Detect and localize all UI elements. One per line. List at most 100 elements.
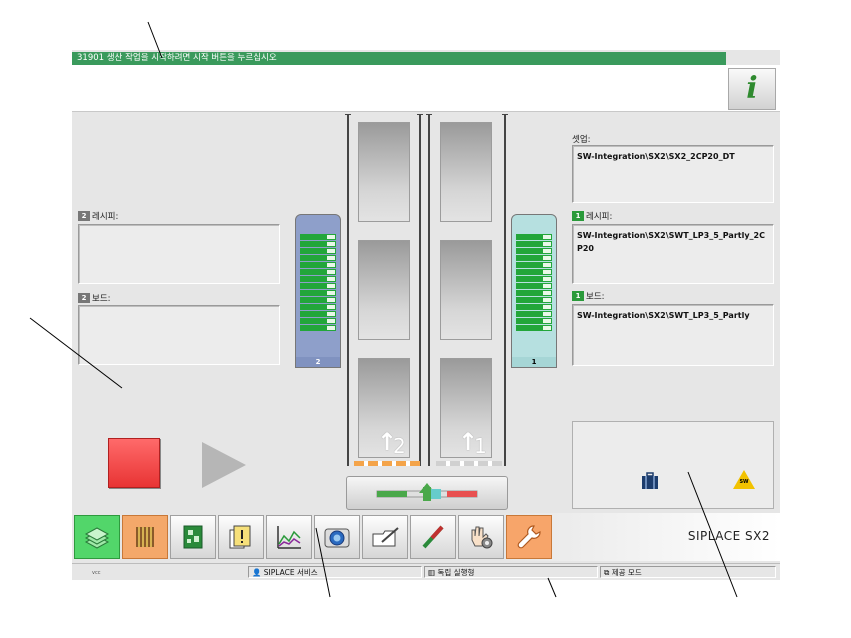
mode-status-text: 독립 실행형 — [437, 568, 475, 577]
right-board-label-text: 보드: — [586, 292, 605, 302]
magazine-slot — [516, 304, 552, 310]
magazine-slot — [300, 304, 336, 310]
machine-status-box: SW — [572, 421, 774, 509]
waste-shovel-button[interactable] — [362, 515, 408, 559]
conveyor-rail — [504, 114, 506, 466]
magazine-slot — [300, 255, 336, 261]
wrench-icon — [517, 525, 541, 549]
documents-warning-icon — [229, 525, 251, 549]
rail-cap — [345, 114, 351, 115]
service-status: 👤 SIPLACE 서비스 — [248, 566, 422, 578]
setup-label: 셋업: — [572, 133, 591, 145]
magazine-slot — [516, 241, 552, 247]
magazine-slot — [300, 283, 336, 289]
magazine-slot — [300, 241, 336, 247]
camera-button[interactable] — [314, 515, 360, 559]
board-mode-icon: ⧉ — [604, 568, 612, 577]
statistics-chart-icon — [277, 526, 301, 549]
feeder-table-icon — [136, 527, 154, 547]
user-icon: 👤 — [252, 568, 264, 577]
pcb-slot-lane-1-top — [440, 122, 492, 222]
lane-2-icon: 2 — [78, 211, 90, 221]
feeder-table-button[interactable] — [122, 515, 168, 559]
magazine-slot — [516, 276, 552, 282]
magazine-lane-2: 2 — [295, 214, 341, 368]
setup-field: SW-Integration\SX2\SX2_2CP20_DT — [572, 145, 774, 203]
magazine-slot — [300, 297, 336, 303]
magazine-slot — [516, 269, 552, 275]
board-mode-status: ⧉ 제공 모드 — [600, 566, 776, 578]
magazine-slot — [516, 297, 552, 303]
luggage-icon — [642, 472, 658, 489]
magazine-slot — [516, 255, 552, 261]
magazine-lane-1-number: 1 — [512, 357, 556, 367]
magazine-slot — [300, 318, 336, 324]
magazine-slot — [300, 234, 336, 240]
right-board-field: SW-Integration\SX2\SWT_LP3_5_Partly — [572, 304, 774, 366]
magazine-slot — [516, 234, 552, 240]
right-recipe-label: 1 레시피: — [572, 210, 612, 222]
rail-cap — [426, 114, 432, 115]
magazine-slot — [516, 262, 552, 268]
pcb-slot-lane-2-mid — [358, 240, 410, 340]
main-toolbar: SIPLACE SX2 — [72, 513, 780, 561]
shovel-icon — [372, 527, 399, 547]
lane-1-icon: 1 — [572, 291, 584, 301]
camera-icon — [324, 528, 350, 548]
conveyor-rail — [428, 114, 430, 466]
start-button[interactable] — [202, 442, 246, 488]
magazine-slot — [300, 262, 336, 268]
pcb-button[interactable] — [170, 515, 216, 559]
production-icon — [84, 527, 110, 549]
magazine-lane-1: 1 — [511, 214, 557, 368]
service-button[interactable] — [506, 515, 552, 559]
magazine-lane-2-slots — [296, 215, 340, 331]
left-board-label-text: 보드: — [92, 294, 111, 304]
status-small-text: vcc — [92, 570, 101, 576]
magazine-slot — [300, 311, 336, 317]
rail-cap — [417, 114, 423, 115]
hand-settings-button[interactable] — [458, 515, 504, 559]
setup-label-text: 셋업: — [572, 135, 591, 145]
magazine-slot — [300, 276, 336, 282]
info-button[interactable]: i — [728, 68, 776, 110]
mode-status: ▥ 독립 실행형 — [424, 566, 598, 578]
documents-warning-button[interactable] — [218, 515, 264, 559]
conveyor-rail — [419, 114, 421, 466]
board-mode-text: 제공 모드 — [611, 568, 642, 577]
right-recipe-label-text: 레시피: — [586, 212, 613, 222]
magazine-slot — [516, 318, 552, 324]
lane-2-number: 2 — [393, 434, 406, 458]
magazine-lane-1-slots — [512, 215, 556, 331]
stop-button[interactable] — [108, 438, 160, 488]
brand-label: SIPLACE SX2 — [687, 529, 770, 543]
conveyor-width-button[interactable] — [346, 476, 508, 510]
hand-gear-icon — [471, 526, 493, 549]
magazine-slot — [300, 269, 336, 275]
pcb-slot-lane-1-mid — [440, 240, 492, 340]
left-recipe-label: 2 레시피: — [78, 210, 118, 222]
software-warning-text: SW — [739, 479, 749, 485]
lane-1-transport-indicator — [436, 461, 502, 466]
message-bar: 31901 생산 작업을 시작하려면 시작 버튼을 누르십시오 — [72, 52, 726, 65]
magazine-lane-2-number: 2 — [296, 357, 340, 367]
statistics-button[interactable] — [266, 515, 312, 559]
conveyor-width-icon — [376, 483, 478, 501]
left-recipe-label-text: 레시피: — [92, 212, 119, 222]
magazine-slot — [300, 248, 336, 254]
pcb-slot-lane-2-top — [358, 122, 410, 222]
status-bar: vcc 👤 SIPLACE 서비스 ▥ 독립 실행형 ⧉ 제공 모드 — [72, 563, 780, 580]
magazine-slot — [516, 248, 552, 254]
conveyor-rail — [347, 114, 349, 466]
lane-1-icon: 1 — [572, 211, 584, 221]
service-status-text: SIPLACE 서비스 — [263, 568, 318, 577]
nozzle-button[interactable] — [410, 515, 456, 559]
magazine-slot — [516, 311, 552, 317]
magazine-slot — [300, 290, 336, 296]
production-button[interactable] — [74, 515, 120, 559]
left-board-label: 2 보드: — [78, 292, 111, 304]
lane-2-transport-indicator — [354, 461, 420, 466]
lane-1-number: 1 — [474, 434, 487, 458]
magazine-slot — [300, 325, 336, 331]
siplace-screen: 31901 생산 작업을 시작하려면 시작 버튼을 누르십시오 i 2 레시피:… — [72, 50, 780, 580]
